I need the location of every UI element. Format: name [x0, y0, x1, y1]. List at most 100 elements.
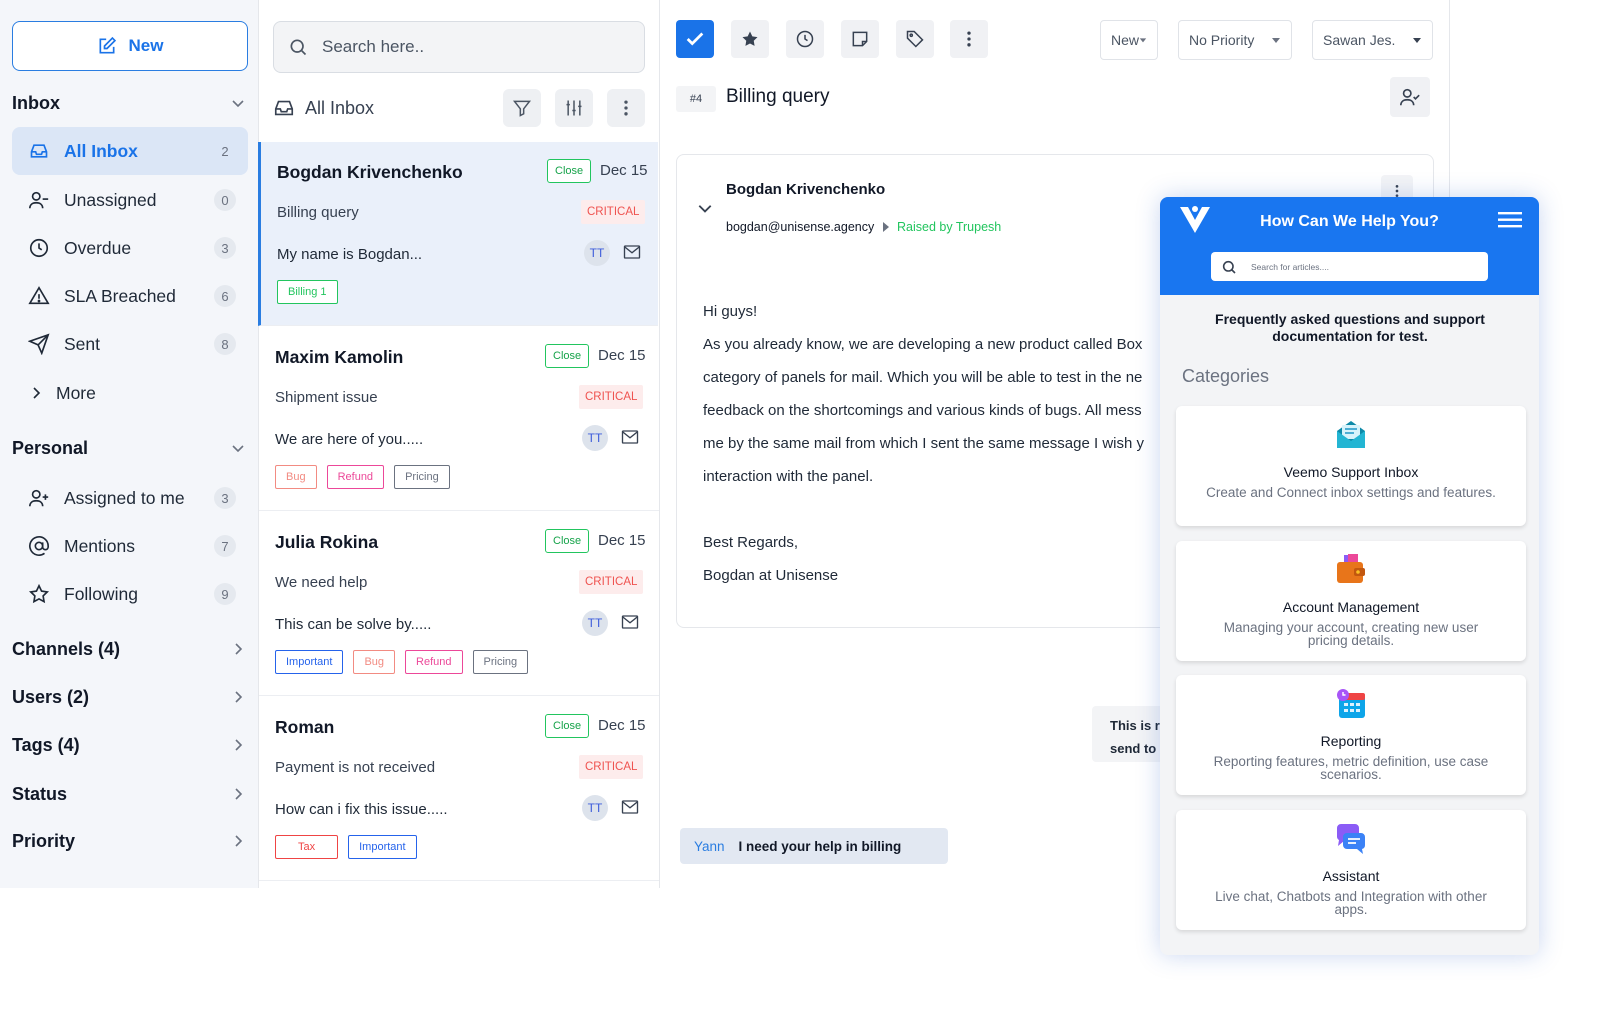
mail-icon[interactable]	[621, 429, 639, 445]
sidebar-item-mentions[interactable]: Mentions 7	[12, 522, 248, 570]
status-badge[interactable]: Close	[545, 344, 590, 368]
status-badge[interactable]: Close	[547, 159, 592, 183]
conversation-subject: Payment is not received	[275, 759, 436, 776]
search-icon	[290, 39, 307, 56]
status-badge[interactable]: Close	[545, 714, 590, 738]
note-icon	[852, 31, 868, 47]
tag-chip[interactable]: Pricing	[394, 465, 450, 489]
sidebar-item-unassigned[interactable]: Unassigned 0	[12, 176, 248, 224]
note-button[interactable]	[841, 20, 879, 58]
mail-icon[interactable]	[621, 799, 639, 815]
tag-chip[interactable]: Bug	[275, 465, 317, 489]
conversation-date: Dec 15	[600, 162, 648, 179]
sidebar-item-overdue[interactable]: Overdue 3	[12, 224, 248, 272]
tags-section-header[interactable]: Tags (4)	[12, 730, 248, 760]
conversation-item[interactable]: Julia Rokina Close Dec 15 We need help CRITI…	[259, 512, 659, 696]
sidebar-item-assigned-to-me[interactable]: Assigned to me 3	[12, 474, 248, 522]
tag-list: Important Bug Refund Pricing	[275, 650, 529, 674]
conversation-item[interactable]: Roman Close Dec 15 Payment is not received C…	[259, 697, 659, 881]
compose-icon	[99, 36, 116, 54]
assignee-value: Sawan Jes.	[1323, 32, 1396, 48]
tag-button[interactable]	[896, 20, 934, 58]
sidebar-item-label: Overdue	[64, 237, 132, 258]
category-card-account-management[interactable]: Account Management Managing your account…	[1176, 541, 1526, 661]
collapse-chevron-icon[interactable]	[697, 200, 713, 221]
sidebar-item-all-inbox[interactable]: All Inbox 2	[12, 127, 248, 175]
widget-search-input[interactable]	[1251, 261, 1471, 272]
conversation-subject: Billing query	[277, 204, 359, 221]
tag-chip[interactable]: Tax	[275, 835, 339, 859]
sliders-icon	[566, 100, 582, 116]
tag-icon	[906, 30, 924, 48]
personal-section-header[interactable]: Personal	[12, 433, 248, 463]
filter-button[interactable]	[503, 89, 541, 127]
avatar[interactable]: TT	[584, 240, 610, 266]
assign-user-button[interactable]	[1390, 77, 1430, 117]
star-button[interactable]	[731, 20, 769, 58]
search-box[interactable]	[273, 21, 645, 73]
conversation-item[interactable]: Maxim Kamolin Close Dec 15 Shipment issue CR…	[259, 327, 659, 511]
chevron-right-icon	[228, 639, 248, 659]
tag-chip[interactable]: Billing 1	[277, 280, 338, 304]
ticket-number: #4	[676, 86, 716, 112]
priority-dropdown[interactable]: No Priority	[1178, 20, 1292, 60]
avatar[interactable]: TT	[582, 610, 608, 636]
tag-chip[interactable]: Bug	[353, 650, 396, 674]
calendar-clock-icon	[1337, 689, 1365, 718]
mail-icon[interactable]	[623, 244, 641, 260]
priority-section-header[interactable]: Priority	[12, 826, 248, 856]
send-icon	[28, 333, 50, 355]
list-title: All Inbox	[305, 97, 375, 118]
status-dropdown[interactable]: New	[1100, 20, 1158, 60]
message-preview: This can be solve by.....	[275, 616, 432, 633]
clock-icon	[796, 30, 814, 48]
inbox-section-title: Inbox	[12, 92, 60, 113]
sort-settings-button[interactable]	[555, 89, 593, 127]
sender-email[interactable]: bogdan@unisense.agency	[726, 220, 874, 234]
tag-chip[interactable]: Pricing	[472, 650, 529, 674]
chevron-right-icon	[228, 735, 248, 755]
category-title: Assistant	[1322, 868, 1380, 884]
tag-chip[interactable]: Important	[348, 835, 417, 859]
more-button[interactable]: More	[30, 378, 96, 408]
count-badge: 2	[221, 143, 229, 159]
sidebar-item-sla-breached[interactable]: SLA Breached 6	[12, 272, 248, 320]
conversation-date: Dec 15	[598, 347, 646, 364]
status-badge[interactable]: Close	[545, 529, 590, 553]
priority-badge: CRITICAL	[581, 200, 646, 224]
chat-bubbles-icon	[1337, 824, 1366, 854]
avatar[interactable]: TT	[582, 795, 608, 821]
category-title: Account Management	[1282, 599, 1420, 615]
tag-chip[interactable]: Important	[275, 650, 344, 674]
status-section-header[interactable]: Status	[12, 779, 248, 809]
resolve-button[interactable]	[676, 20, 714, 58]
category-card-assistant[interactable]: Assistant Live chat, Chatbots and Integr…	[1176, 810, 1526, 930]
category-card-support-inbox[interactable]: Veemo Support Inbox Create and Connect i…	[1176, 406, 1526, 526]
count-badge: 0	[214, 189, 236, 211]
avatar[interactable]: TT	[582, 425, 608, 451]
channels-section-title: Channels (4)	[12, 638, 121, 659]
channels-section-header[interactable]: Channels (4)	[12, 634, 248, 664]
snooze-button[interactable]	[786, 20, 824, 58]
assignee-dropdown[interactable]: Sawan Jes.	[1312, 20, 1433, 60]
list-more-button[interactable]	[607, 89, 645, 127]
category-card-reporting[interactable]: Reporting Reporting features, metric def…	[1176, 675, 1526, 795]
search-input[interactable]	[322, 37, 612, 57]
sidebar-item-sent[interactable]: Sent 8	[12, 320, 248, 368]
tag-chip[interactable]: Refund	[405, 650, 463, 674]
mail-icon[interactable]	[621, 614, 639, 630]
conversation-item[interactable]: Bogdan Krivenchenko Close Dec 15 Billing qu…	[258, 142, 658, 326]
chevron-right-icon	[33, 387, 41, 399]
inbox-section-header[interactable]: Inbox	[12, 88, 248, 118]
users-section-header[interactable]: Users (2)	[12, 682, 248, 712]
sidebar-item-following[interactable]: Following 9	[12, 570, 248, 618]
inbox-icon	[274, 100, 294, 116]
widget-search-box[interactable]	[1211, 252, 1488, 281]
hamburger-menu-icon[interactable]	[1498, 211, 1522, 229]
conversation-subject: We need help	[275, 574, 368, 591]
tag-chip[interactable]: Refund	[326, 465, 385, 489]
star-icon	[742, 31, 758, 46]
new-button[interactable]: New	[12, 21, 248, 71]
detail-more-button[interactable]	[950, 20, 988, 58]
caret-down-icon	[1272, 38, 1280, 43]
